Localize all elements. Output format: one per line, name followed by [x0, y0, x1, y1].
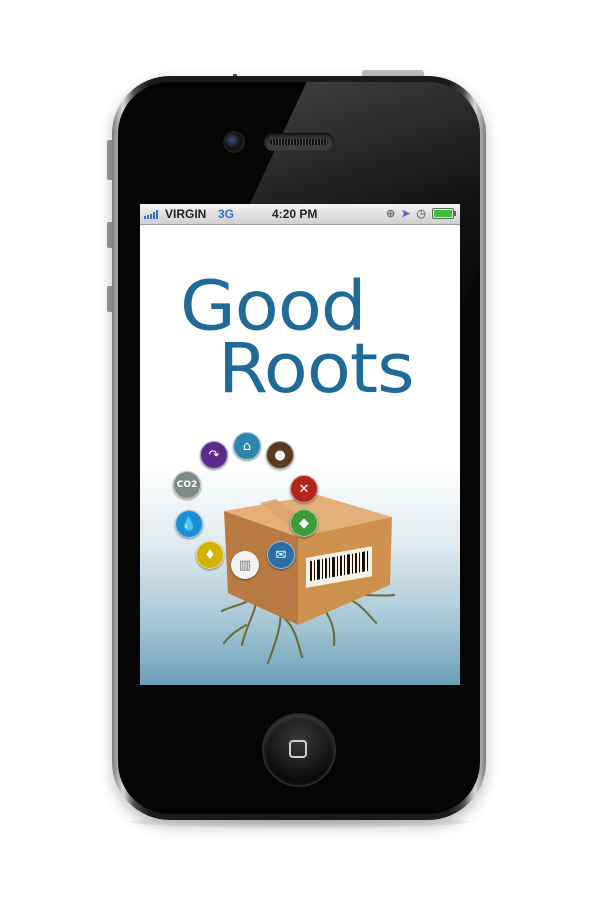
tools-icon[interactable]: ✕: [290, 475, 318, 503]
signal-strength-icon: [144, 210, 158, 219]
network-type: 3G: [218, 207, 235, 221]
app-splash: Good Roots ↷ ⌂ ● CO2 ✕ 💧 ◆ ♦ ✉ ▥: [140, 225, 460, 685]
battery-level: [434, 210, 452, 217]
phone-shadow: [130, 816, 470, 828]
tag-icon[interactable]: ◆: [290, 509, 318, 537]
water-drop-icon[interactable]: 💧: [175, 510, 203, 538]
refresh-icon[interactable]: ↷: [200, 441, 228, 469]
person-icon[interactable]: ●: [266, 441, 294, 469]
rotation-lock-icon: ⊕: [385, 208, 396, 220]
status-time: 4:20 PM: [272, 207, 318, 221]
status-icons: ⊕ ➤ ◷: [385, 207, 456, 220]
co2-label: CO2: [176, 480, 198, 490]
lightbulb-icon[interactable]: ♦: [196, 541, 224, 569]
home-icon[interactable]: ⌂: [233, 432, 261, 460]
factory-icon[interactable]: ▥: [231, 551, 259, 579]
status-bar: VIRGIN 3G 4:20 PM ⊕ ➤ ◷: [140, 204, 460, 225]
earpiece-speaker: [264, 133, 334, 151]
app-title: Good Roots: [180, 271, 415, 409]
mail-icon[interactable]: ✉: [267, 541, 295, 569]
location-icon: ➤: [401, 208, 411, 220]
battery-icon: [432, 208, 456, 219]
home-square-icon: [289, 740, 307, 758]
home-button[interactable]: [264, 715, 334, 785]
front-camera: [225, 133, 243, 151]
carrier-name: VIRGIN: [165, 207, 207, 221]
alarm-icon: ◷: [416, 208, 426, 220]
co2-icon[interactable]: CO2: [173, 471, 201, 499]
screen: VIRGIN 3G 4:20 PM ⊕ ➤ ◷ Good Roots ↷ ⌂ ●…: [140, 204, 460, 685]
title-line-roots: Roots: [218, 328, 415, 409]
